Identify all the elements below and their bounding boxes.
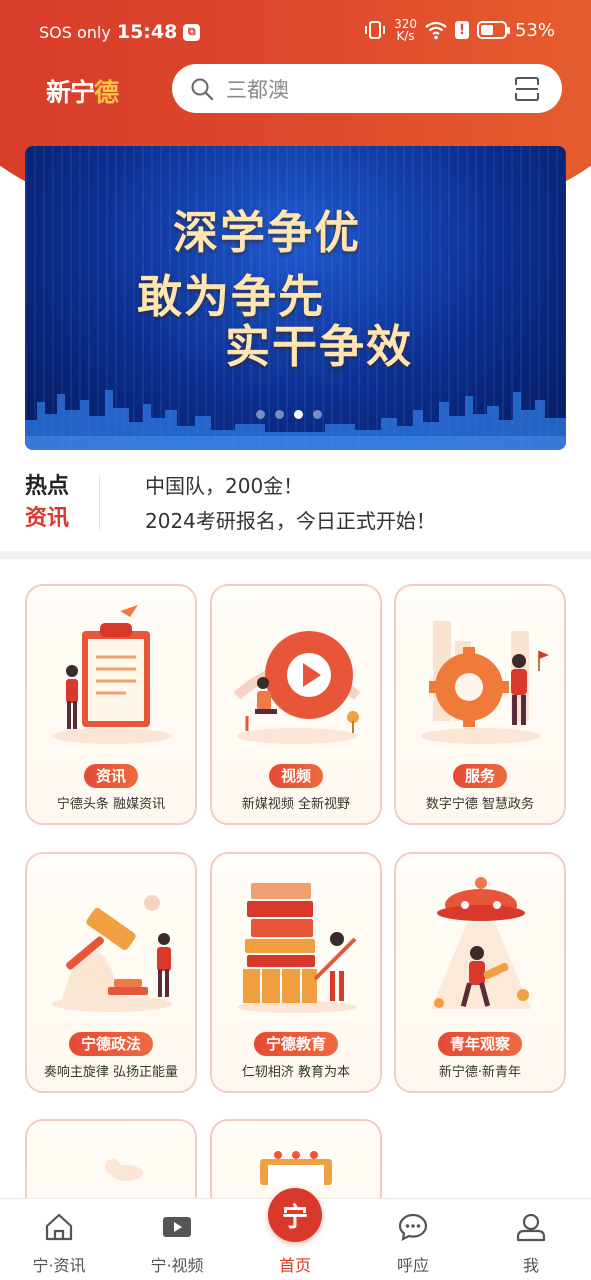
nav-item-news[interactable]: 宁·资讯 [0,1199,118,1280]
search-icon [191,78,214,100]
net-speed: 320 K/s [394,18,417,42]
banner-line-3: 实干争效 [225,320,414,373]
calendar-icon [260,1151,332,1185]
chat-icon [398,1213,428,1241]
app-logo: 新宁德 [46,73,119,109]
card-youth[interactable]: 青年观察 新宁德·新青年 [394,852,566,1093]
carrier-text: SOS only [39,22,111,42]
card-tag: 服务 [452,764,508,788]
wifi-icon [425,21,447,40]
card-tag: 宁德教育 [253,1032,339,1056]
search-bar[interactable]: 三都澳 [172,64,562,113]
battery-icon [476,21,510,39]
logo-main-text: 新宁 [46,78,95,107]
status-bar: SOS only 15:48 ⧉ 320 K/s ! 53% [0,0,591,66]
status-right: 320 K/s ! 53% [364,18,555,42]
carousel-dot[interactable] [275,410,284,419]
net-speed-unit: K/s [396,29,415,43]
home-badge-icon[interactable]: 宁 [268,1188,322,1242]
vibrate-icon [365,21,386,39]
card-partial-illustration [105,1159,143,1181]
section-separator [0,551,591,559]
clock: 15:48 [116,21,178,43]
carousel-dot[interactable] [294,410,303,419]
gavel-icon [52,895,172,1012]
clipboard-icon [52,605,172,744]
status-left: SOS only 15:48 ⧉ [39,21,201,43]
books-icon [237,883,357,1013]
card-subtitle: 宁德头条 融媒资讯 [56,797,166,812]
hot-news-title-top: 热点 [25,473,70,499]
nav-label: 宁·资讯 [32,1256,86,1275]
hot-news-title: 热点 资讯 [25,470,85,534]
hot-news-divider [99,476,100,530]
user-icon [516,1213,546,1242]
video-icon [163,1217,191,1237]
hot-news-item[interactable]: 中国队，200金！ [145,469,436,504]
nav-label: 呼应 [396,1256,429,1275]
nav-item-video[interactable]: 宁·视频 [118,1199,236,1280]
scan-icon[interactable] [514,76,540,102]
nav-item-me[interactable]: 我 [472,1199,590,1280]
gear-icon [421,621,549,744]
hot-news-item[interactable]: 2024考研报名，今日正式开始！ [145,504,436,539]
banner-carousel[interactable]: 深学争优 敢为争先 实干争效 [25,146,566,450]
nav-label: 首页 [278,1256,311,1275]
banner-line-1: 深学争优 [173,206,362,259]
card-news[interactable]: 资讯 宁德头条 融媒资讯 [25,584,197,825]
home-outline-icon [45,1213,73,1241]
card-service[interactable]: 服务 数字宁德 智慧政务 [394,584,566,825]
card-video[interactable]: 视频 新媒视频 全新视野 [210,584,382,825]
alert-icon: ! [454,21,469,39]
app-screen: SOS only 15:48 ⧉ 320 K/s ! 53% 新宁德 三都澳 深… [0,0,591,1280]
card-tag: 青年观察 [437,1032,523,1056]
card-subtitle: 新宁德·新青年 [438,1065,522,1080]
carousel-dot[interactable] [313,410,322,419]
card-education[interactable]: 宁德教育 仁轫相济 教育为本 [210,852,382,1093]
nav-item-respond[interactable]: 呼应 [354,1199,472,1280]
card-subtitle: 新媒视频 全新视野 [241,797,351,812]
card-tag: 资讯 [83,764,139,788]
card-subtitle: 仁轫相济 教育为本 [241,1065,351,1080]
carousel-dot[interactable] [256,410,265,419]
card-law[interactable]: 宁德政法 奏响主旋律 弘扬正能量 [25,852,197,1093]
battery-percent: 53% [514,19,555,41]
hot-news-list: 中国队，200金！ 2024考研报名，今日正式开始！ [145,469,436,539]
carousel-dots[interactable] [256,410,322,419]
card-tag: 视频 [268,764,324,788]
hot-news-title-bottom: 资讯 [25,505,70,531]
ufo-icon [431,877,531,1009]
card-tag: 宁德政法 [68,1032,154,1056]
search-input[interactable]: 三都澳 [226,74,289,104]
card-subtitle: 奏响主旋律 弘扬正能量 [43,1065,179,1080]
notification-app-icon: ⧉ [183,23,201,41]
nav-label: 宁·视频 [150,1256,204,1275]
battery-fill [480,25,493,35]
play-icon [233,631,361,744]
card-subtitle: 数字宁德 智慧政务 [425,797,535,812]
logo-accent-text: 德 [94,78,119,107]
nav-label: 我 [522,1256,539,1275]
